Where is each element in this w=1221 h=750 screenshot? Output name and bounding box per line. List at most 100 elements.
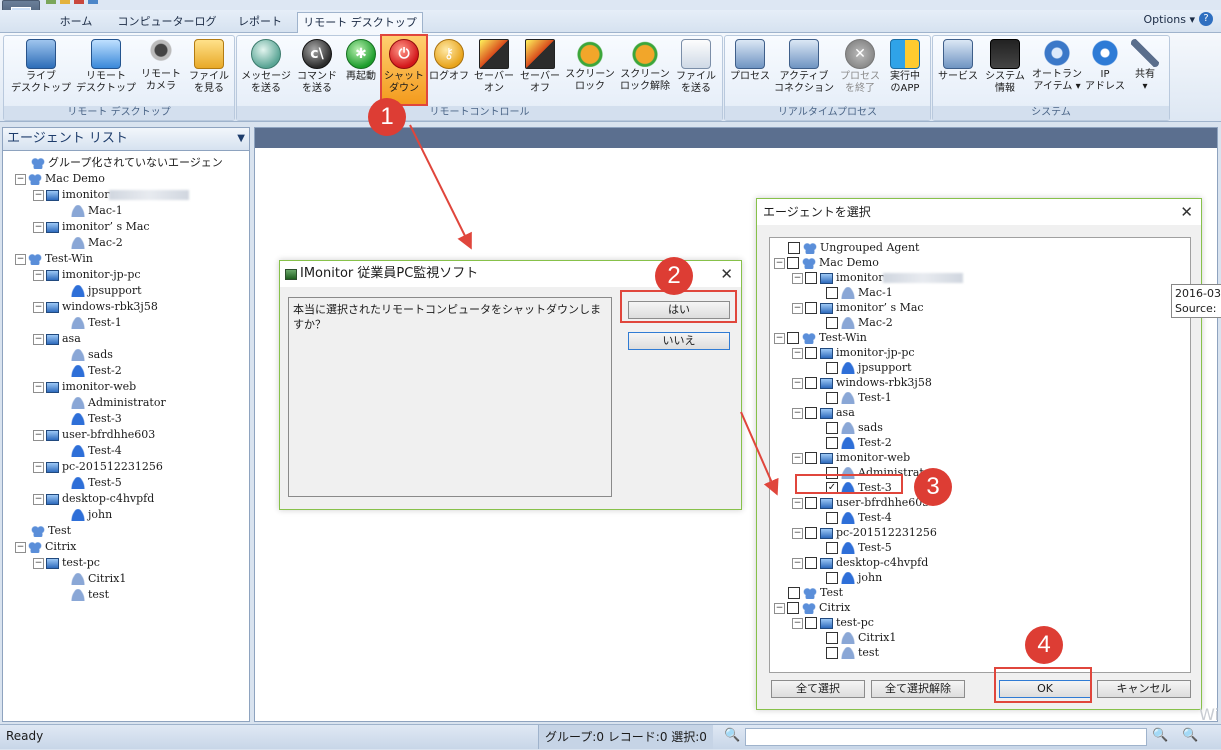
tree-node-sads[interactable]: sads <box>71 347 113 363</box>
tree-node-ungrouped[interactable]: グループ化されていないエージェン <box>31 155 223 171</box>
checkbox[interactable] <box>805 407 817 419</box>
tree-node-sads[interactable]: sads <box>826 420 883 436</box>
checkbox[interactable] <box>805 347 817 359</box>
tab-computer-log[interactable]: コンピューターログ <box>108 12 226 31</box>
live-desktop-button[interactable]: ライブ デスクトップ <box>6 39 76 95</box>
collapse-toggle[interactable]: − <box>792 557 803 569</box>
cancel-button[interactable]: キャンセル <box>1097 680 1191 698</box>
tree-node-administrator[interactable]: Administrator <box>71 395 166 411</box>
collapse-toggle[interactable]: − <box>792 617 803 629</box>
checkbox[interactable] <box>826 572 838 584</box>
tree-node-mac-2[interactable]: Mac-2 <box>71 235 123 251</box>
tree-node-citrix[interactable]: − Citrix <box>15 539 76 555</box>
logoff-button[interactable]: ⚷ ログオフ <box>428 39 470 83</box>
send-file-button[interactable]: ファイル を送る <box>673 39 719 95</box>
checkbox[interactable] <box>788 587 800 599</box>
options-menu[interactable]: Options ▾ <box>1144 13 1195 26</box>
tree-node-citrix1[interactable]: Citrix1 <box>71 571 126 587</box>
tree-node-imonitor-web[interactable]: − imonitor-web <box>792 450 910 466</box>
collapse-toggle[interactable]: − <box>15 253 26 265</box>
chevron-down-icon[interactable]: ▼ <box>237 128 245 150</box>
collapse-toggle[interactable]: − <box>33 557 44 569</box>
tree-node-test-4[interactable]: Test-4 <box>826 510 892 526</box>
process-button[interactable]: プロセス <box>727 39 773 83</box>
remote-camera-button[interactable]: リモート カメラ <box>138 39 184 93</box>
checkbox[interactable] <box>788 242 800 254</box>
tree-node-test-2[interactable]: Test-2 <box>71 363 122 379</box>
screensaver-off-button[interactable]: セーバー オフ <box>517 39 563 95</box>
tree-node-jp-pc[interactable]: − imonitor-jp-pc <box>33 267 141 283</box>
checkbox[interactable] <box>826 422 838 434</box>
running-app-button[interactable]: 実行中 のAPP <box>883 39 927 95</box>
tree-node-user-bfr[interactable]: − user-bfrdhhe603 <box>792 495 929 511</box>
collapse-toggle[interactable]: − <box>33 221 44 233</box>
collapse-toggle[interactable]: − <box>33 493 44 505</box>
checkbox[interactable] <box>805 617 817 629</box>
checkbox[interactable] <box>805 302 817 314</box>
collapse-toggle[interactable]: − <box>774 257 785 269</box>
tree-node-test-4[interactable]: Test-4 <box>71 443 122 459</box>
view-files-button[interactable]: ファイル を見る <box>186 39 232 95</box>
tree-node-mac-2[interactable]: Mac-2 <box>826 315 893 331</box>
checkbox[interactable] <box>787 602 799 614</box>
collapse-toggle[interactable]: − <box>15 541 26 553</box>
tree-node-jpsupport[interactable]: jpsupport <box>71 283 142 299</box>
search-icon[interactable]: 🔍 <box>724 728 740 743</box>
tree-node-mac-demo[interactable]: − Mac Demo <box>15 171 105 187</box>
collapse-toggle[interactable]: − <box>33 269 44 281</box>
share-button[interactable]: 共有 ▾ <box>1125 39 1165 93</box>
collapse-toggle[interactable]: − <box>15 173 26 185</box>
tree-node-mac-demo[interactable]: − Mac Demo <box>774 255 879 271</box>
tree-node-test-5[interactable]: Test-5 <box>71 475 122 491</box>
collapse-toggle[interactable]: − <box>792 347 803 359</box>
checkbox[interactable] <box>805 557 817 569</box>
tree-node-test[interactable]: Test <box>31 523 71 539</box>
tree-node-test-5[interactable]: Test-5 <box>826 540 892 556</box>
tree-node-pc2015[interactable]: − pc-201512231256 <box>792 525 937 541</box>
tree-node-test-win[interactable]: − Test-Win <box>774 330 867 346</box>
tree-node-windows-rbk[interactable]: − windows-rbk3j58 <box>33 299 158 315</box>
collapse-toggle[interactable]: − <box>792 452 803 464</box>
tab-report[interactable]: レポート <box>230 12 290 31</box>
checkbox[interactable] <box>805 497 817 509</box>
agent-list-header[interactable]: エージェント リスト ▼ <box>3 128 249 151</box>
send-command-button[interactable]: c\ コマンド を送る <box>295 39 339 95</box>
checkbox[interactable] <box>826 362 838 374</box>
collapse-toggle[interactable]: − <box>33 461 44 473</box>
checkbox[interactable] <box>826 317 838 329</box>
checkbox[interactable] <box>826 542 838 554</box>
checkbox[interactable] <box>826 392 838 404</box>
tree-node-desktop[interactable]: − desktop-c4hvpfd <box>33 491 154 507</box>
checkbox[interactable] <box>826 287 838 299</box>
tree-node-test[interactable]: Test <box>788 585 843 601</box>
checkbox[interactable] <box>805 452 817 464</box>
tree-node-jp-pc[interactable]: − imonitor-jp-pc <box>792 345 915 361</box>
tree-node-imonitor-mac[interactable]: − imonitor’ s Mac <box>792 300 924 316</box>
collapse-toggle[interactable]: − <box>792 527 803 539</box>
checkbox[interactable] <box>787 332 799 344</box>
tree-node-user-bfr[interactable]: − user-bfrdhhe603 <box>33 427 155 443</box>
checkbox[interactable] <box>826 512 838 524</box>
services-button[interactable]: サービス <box>935 39 981 83</box>
checkbox[interactable] <box>805 527 817 539</box>
tab-home[interactable]: ホーム <box>50 12 102 31</box>
tree-node-john[interactable]: john <box>826 570 882 586</box>
restart-button[interactable]: ✱ 再起動 <box>341 39 381 83</box>
tab-remote-desktop[interactable]: リモート デスクトップ <box>297 12 423 34</box>
tree-node-test-win[interactable]: − Test-Win <box>15 251 93 267</box>
deselect-all-button[interactable]: 全て選択解除 <box>871 680 965 698</box>
collapse-toggle[interactable]: − <box>792 302 803 314</box>
quick-access-toolbar[interactable] <box>46 0 116 7</box>
checkbox[interactable] <box>826 632 838 644</box>
tree-node-asa[interactable]: − asa <box>33 331 81 347</box>
collapse-toggle[interactable]: − <box>33 189 44 201</box>
collapse-toggle[interactable]: − <box>33 301 44 313</box>
tree-node-imonitor-mac[interactable]: − imonitor’ s Mac <box>33 219 150 235</box>
active-connection-button[interactable]: アクティブ コネクション <box>773 39 835 95</box>
zoom-icon[interactable]: 🔍 <box>1152 728 1168 743</box>
checkbox[interactable] <box>787 257 799 269</box>
tree-node-mac-1[interactable]: Mac-1 <box>71 203 123 219</box>
tree-node-test-user[interactable]: test <box>826 645 879 661</box>
tree-node-imonitor[interactable]: − imonitor <box>792 270 964 286</box>
tree-node-test-2[interactable]: Test-2 <box>826 435 892 451</box>
